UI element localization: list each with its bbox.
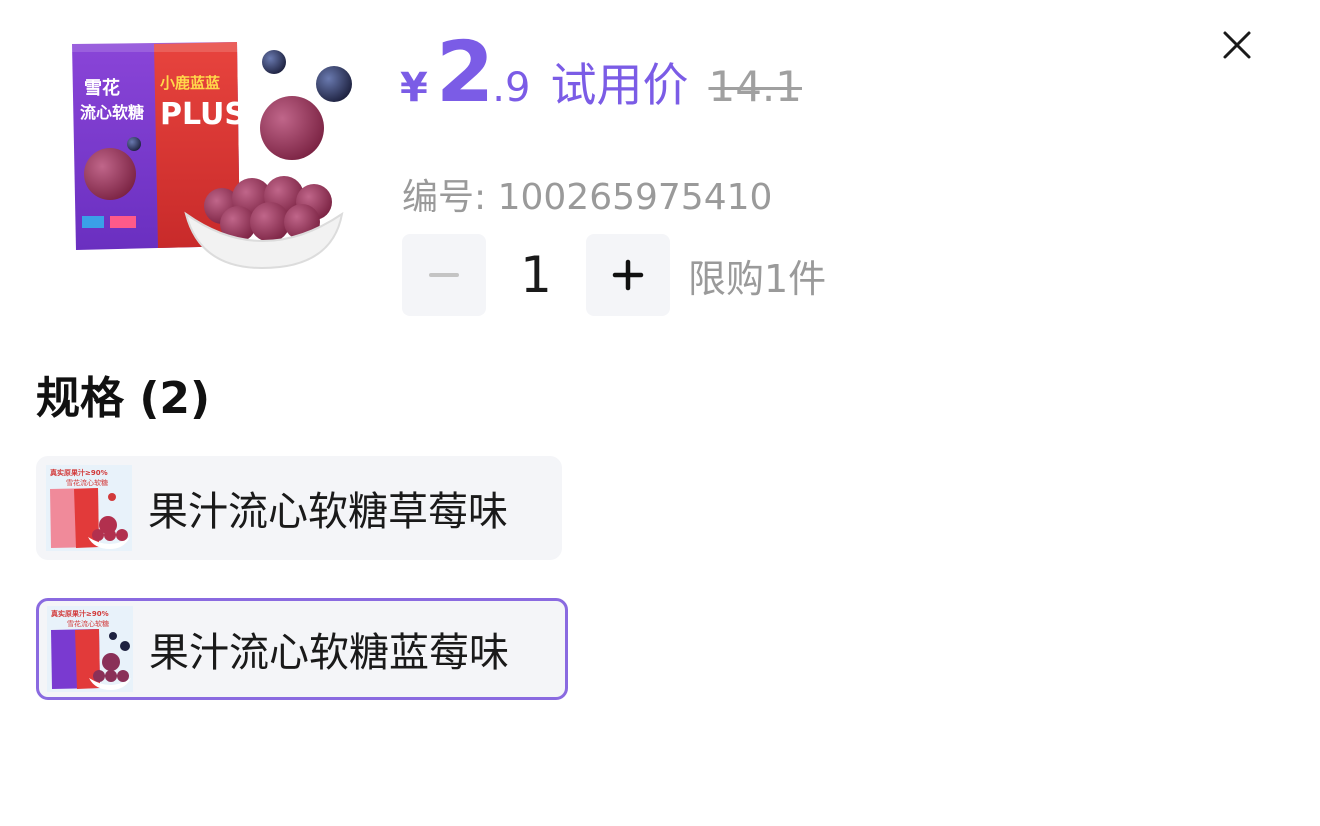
svg-text:雪花流心软糖: 雪花流心软糖 xyxy=(66,478,108,487)
spec-option-strawberry[interactable]: 真实原果汁≥90% 雪花流心软糖 果汁流心软糖草莓味 xyxy=(36,456,562,560)
spec-thumbnail: 真实原果汁≥90% 雪花流心软糖 xyxy=(46,465,132,551)
close-button[interactable] xyxy=(1216,24,1258,66)
close-icon xyxy=(1223,31,1251,59)
svg-text:真实原果汁≥90%: 真实原果汁≥90% xyxy=(50,468,108,477)
product-image: 雪花 流心软糖 小鹿蓝蓝 PLUS xyxy=(62,36,362,276)
minus-icon xyxy=(429,273,459,277)
currency-symbol: ¥ xyxy=(400,65,428,111)
svg-text:真实原果汁≥90%: 真实原果汁≥90% xyxy=(51,609,109,618)
purchase-limit-text: 限购1件 xyxy=(688,256,827,301)
plus-icon xyxy=(612,259,644,291)
svg-text:雪花: 雪花 xyxy=(84,77,120,99)
price-decimal: .9 xyxy=(492,65,531,111)
product-package-image: 雪花 流心软糖 小鹿蓝蓝 PLUS xyxy=(72,42,352,270)
increase-quantity-button[interactable] xyxy=(586,234,670,316)
quantity-stepper: 1 限购1件 xyxy=(402,234,826,316)
spec-thumbnail: 真实原果汁≥90% 雪花流心软糖 xyxy=(47,606,133,692)
decrease-quantity-button[interactable] xyxy=(402,234,486,316)
original-price: 14.1 xyxy=(708,62,802,111)
sku-selector-sheet: 雪花 流心软糖 小鹿蓝蓝 PLUS ¥ 2 .9 试用价 14.1 编号: 10… xyxy=(0,0,1320,826)
spec-option-label: 果汁流心软糖草莓味 xyxy=(148,489,508,535)
price-integer: 2 xyxy=(435,23,494,121)
spec-option-label: 果汁流心软糖蓝莓味 xyxy=(149,630,509,676)
sku-number: 编号: 100265975410 xyxy=(402,177,773,218)
price-row: ¥ 2 .9 试用价 14.1 xyxy=(400,24,802,120)
quantity-value[interactable]: 1 xyxy=(486,246,586,304)
trial-price-tag: 试用价 xyxy=(550,58,689,112)
spec-section-title: 规格 (2) xyxy=(36,373,211,424)
svg-text:流心软糖: 流心软糖 xyxy=(80,103,144,122)
svg-text:雪花流心软糖: 雪花流心软糖 xyxy=(67,619,109,628)
svg-text:小鹿蓝蓝: 小鹿蓝蓝 xyxy=(160,74,220,92)
spec-option-blueberry[interactable]: 真实原果汁≥90% 雪花流心软糖 果汁流心软糖蓝莓味 xyxy=(36,598,568,700)
svg-text:PLUS: PLUS xyxy=(160,97,246,132)
